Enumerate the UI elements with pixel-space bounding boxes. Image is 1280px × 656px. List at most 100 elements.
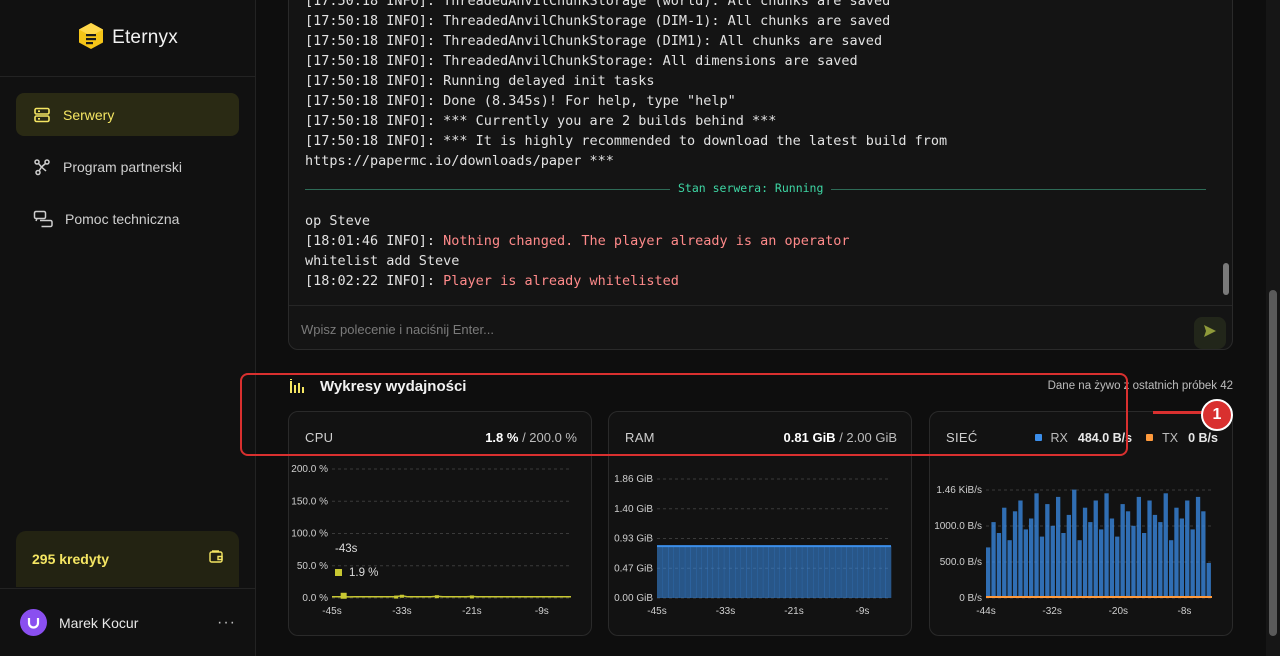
log-line: [17:50:18 INFO]: ThreadedAnvilChunkStora… — [305, 0, 891, 9]
avatar[interactable] — [20, 609, 47, 636]
network-chart[interactable]: 1.46 KiB/s 1000.0 B/s 500.0 B/s 0 B/s -44s -3… — [930, 452, 1234, 637]
rx-bar — [1185, 500, 1190, 598]
rx-bar — [1120, 504, 1125, 598]
cpu-hover-point — [340, 592, 347, 599]
ram-bar — [657, 546, 663, 598]
x-tick-label: -21s — [784, 606, 803, 617]
command-bar — [289, 305, 1232, 349]
sidebar-item-partner-program[interactable]: Program partnerski — [16, 145, 239, 188]
log-line: [17:50:18 INFO]: Done (8.345s)! For help… — [305, 93, 736, 109]
brand-name: Eternyx — [112, 27, 178, 48]
sidebar-item-servers[interactable]: Serwery — [16, 93, 239, 136]
ram-bar — [785, 546, 791, 598]
rx-bar — [1163, 493, 1168, 598]
x-tick-label: -9s — [535, 606, 549, 617]
user-profile[interactable]: Marek Kocur ··· — [0, 588, 256, 656]
rx-bar — [1174, 507, 1179, 598]
rx-bar — [1136, 496, 1141, 598]
cpu-tooltip-value: 1.9 % — [335, 567, 378, 579]
y-tick-label: 0.0 % — [302, 593, 328, 604]
ram-bar — [852, 546, 858, 598]
y-tick-label: 500.0 B/s — [940, 557, 982, 568]
rx-bar — [996, 533, 1002, 598]
annotation-connector — [1153, 411, 1203, 414]
x-tick-label: -33s — [716, 606, 735, 617]
tx-legend: TX 0 B/s — [1146, 431, 1218, 445]
rx-bar — [1002, 507, 1007, 598]
log-line: [17:50:18 INFO]: *** It is highly recomm… — [305, 133, 948, 149]
y-tick-label: 1.86 GiB — [614, 474, 653, 485]
rx-bar — [1206, 563, 1211, 598]
console-scroll-thumb[interactable] — [1223, 263, 1229, 295]
sidebar-item-support[interactable]: Pomoc techniczna — [16, 197, 239, 240]
rx-bar — [1179, 518, 1184, 598]
server-console: [17:50:18 INFO]: ThreadedAnvilChunkStora… — [288, 0, 1233, 350]
cpu-data-point — [399, 594, 404, 598]
cpu-data-point — [469, 595, 474, 599]
ram-bar — [857, 546, 864, 598]
rx-bar — [1131, 525, 1136, 598]
rx-bar — [1109, 518, 1115, 598]
rx-bar — [1018, 500, 1023, 598]
x-tick-label: -32s — [1042, 606, 1061, 617]
rx-bar — [1158, 522, 1163, 598]
ram-bar — [718, 546, 725, 598]
console-scrollbar[interactable] — [1223, 1, 1229, 296]
y-tick-label: 1.46 KiB/s — [936, 485, 982, 496]
brand-logo-icon — [78, 22, 104, 55]
brand[interactable]: Eternyx — [0, 0, 256, 77]
ram-bar — [679, 546, 686, 598]
rx-bar — [1190, 529, 1195, 598]
x-tick-label: -21s — [462, 606, 481, 617]
log-line: [18:01:46 INFO]: Nothing changed. The pl… — [305, 233, 850, 249]
more-options-icon[interactable]: ··· — [217, 614, 236, 632]
log-line: [17:50:18 INFO]: ThreadedAnvilChunkStora… — [305, 53, 858, 69]
credits-panel[interactable]: 295 kredyty — [16, 531, 239, 587]
rx-bar — [1201, 511, 1206, 598]
command-input[interactable] — [301, 314, 1181, 344]
ram-bar — [740, 546, 747, 598]
y-tick-label: 0.00 GiB — [614, 593, 653, 604]
log-line: [17:50:18 INFO]: Running delayed init ta… — [305, 73, 655, 89]
send-button[interactable] — [1194, 317, 1226, 349]
ram-bar — [712, 546, 719, 598]
cpu-series-line — [332, 594, 571, 598]
log-line: [17:50:18 INFO]: ThreadedAnvilChunkStora… — [305, 33, 883, 49]
rx-bar — [1093, 500, 1098, 598]
x-tick-label: -20s — [1109, 606, 1128, 617]
rx-bar — [1066, 514, 1071, 598]
rx-bar — [1034, 493, 1039, 598]
ram-bar — [840, 546, 847, 598]
x-tick-label: -9s — [856, 606, 870, 617]
ram-bar — [729, 546, 736, 598]
user-name: Marek Kocur — [59, 614, 139, 631]
rx-bar — [1029, 518, 1034, 598]
x-tick-label: -45s — [647, 606, 666, 617]
sidebar: Eternyx Serwery Program partnerski Pomoc… — [0, 0, 256, 656]
ram-bar — [762, 546, 769, 598]
ram-chart[interactable]: 1.86 GiB 1.40 GiB 0.93 GiB 0.47 GiB 0.00 GiB… — [609, 452, 913, 637]
log-line: [18:02:22 INFO]: Player is already white… — [305, 273, 679, 289]
log-line: op Steve — [305, 213, 371, 229]
ram-bar — [751, 546, 758, 598]
rx-bar — [1007, 540, 1012, 598]
ram-bar — [824, 546, 830, 598]
rx-bar — [1152, 514, 1158, 598]
y-tick-label: 50.0 % — [297, 561, 328, 572]
x-tick-label: -44s — [976, 606, 995, 617]
server-status-label: Stan serwera: Running — [670, 181, 832, 195]
rx-bar — [1125, 511, 1131, 598]
log-line: [17:50:18 INFO]: *** Currently you are 2… — [305, 113, 777, 129]
ram-bar — [790, 546, 797, 598]
ram-bar — [774, 546, 780, 598]
chat-icon — [33, 210, 53, 228]
x-tick-label: -8s — [1177, 606, 1191, 617]
y-tick-label: 1000.0 B/s — [934, 521, 982, 532]
rx-bar — [1039, 536, 1045, 598]
ram-bar — [701, 546, 708, 598]
cpu-data-point — [434, 595, 439, 599]
page-scrollbar[interactable] — [1266, 0, 1280, 656]
page-scroll-thumb[interactable] — [1269, 290, 1277, 636]
wallet-icon[interactable] — [209, 550, 223, 568]
cpu-legend-swatch — [335, 569, 342, 576]
